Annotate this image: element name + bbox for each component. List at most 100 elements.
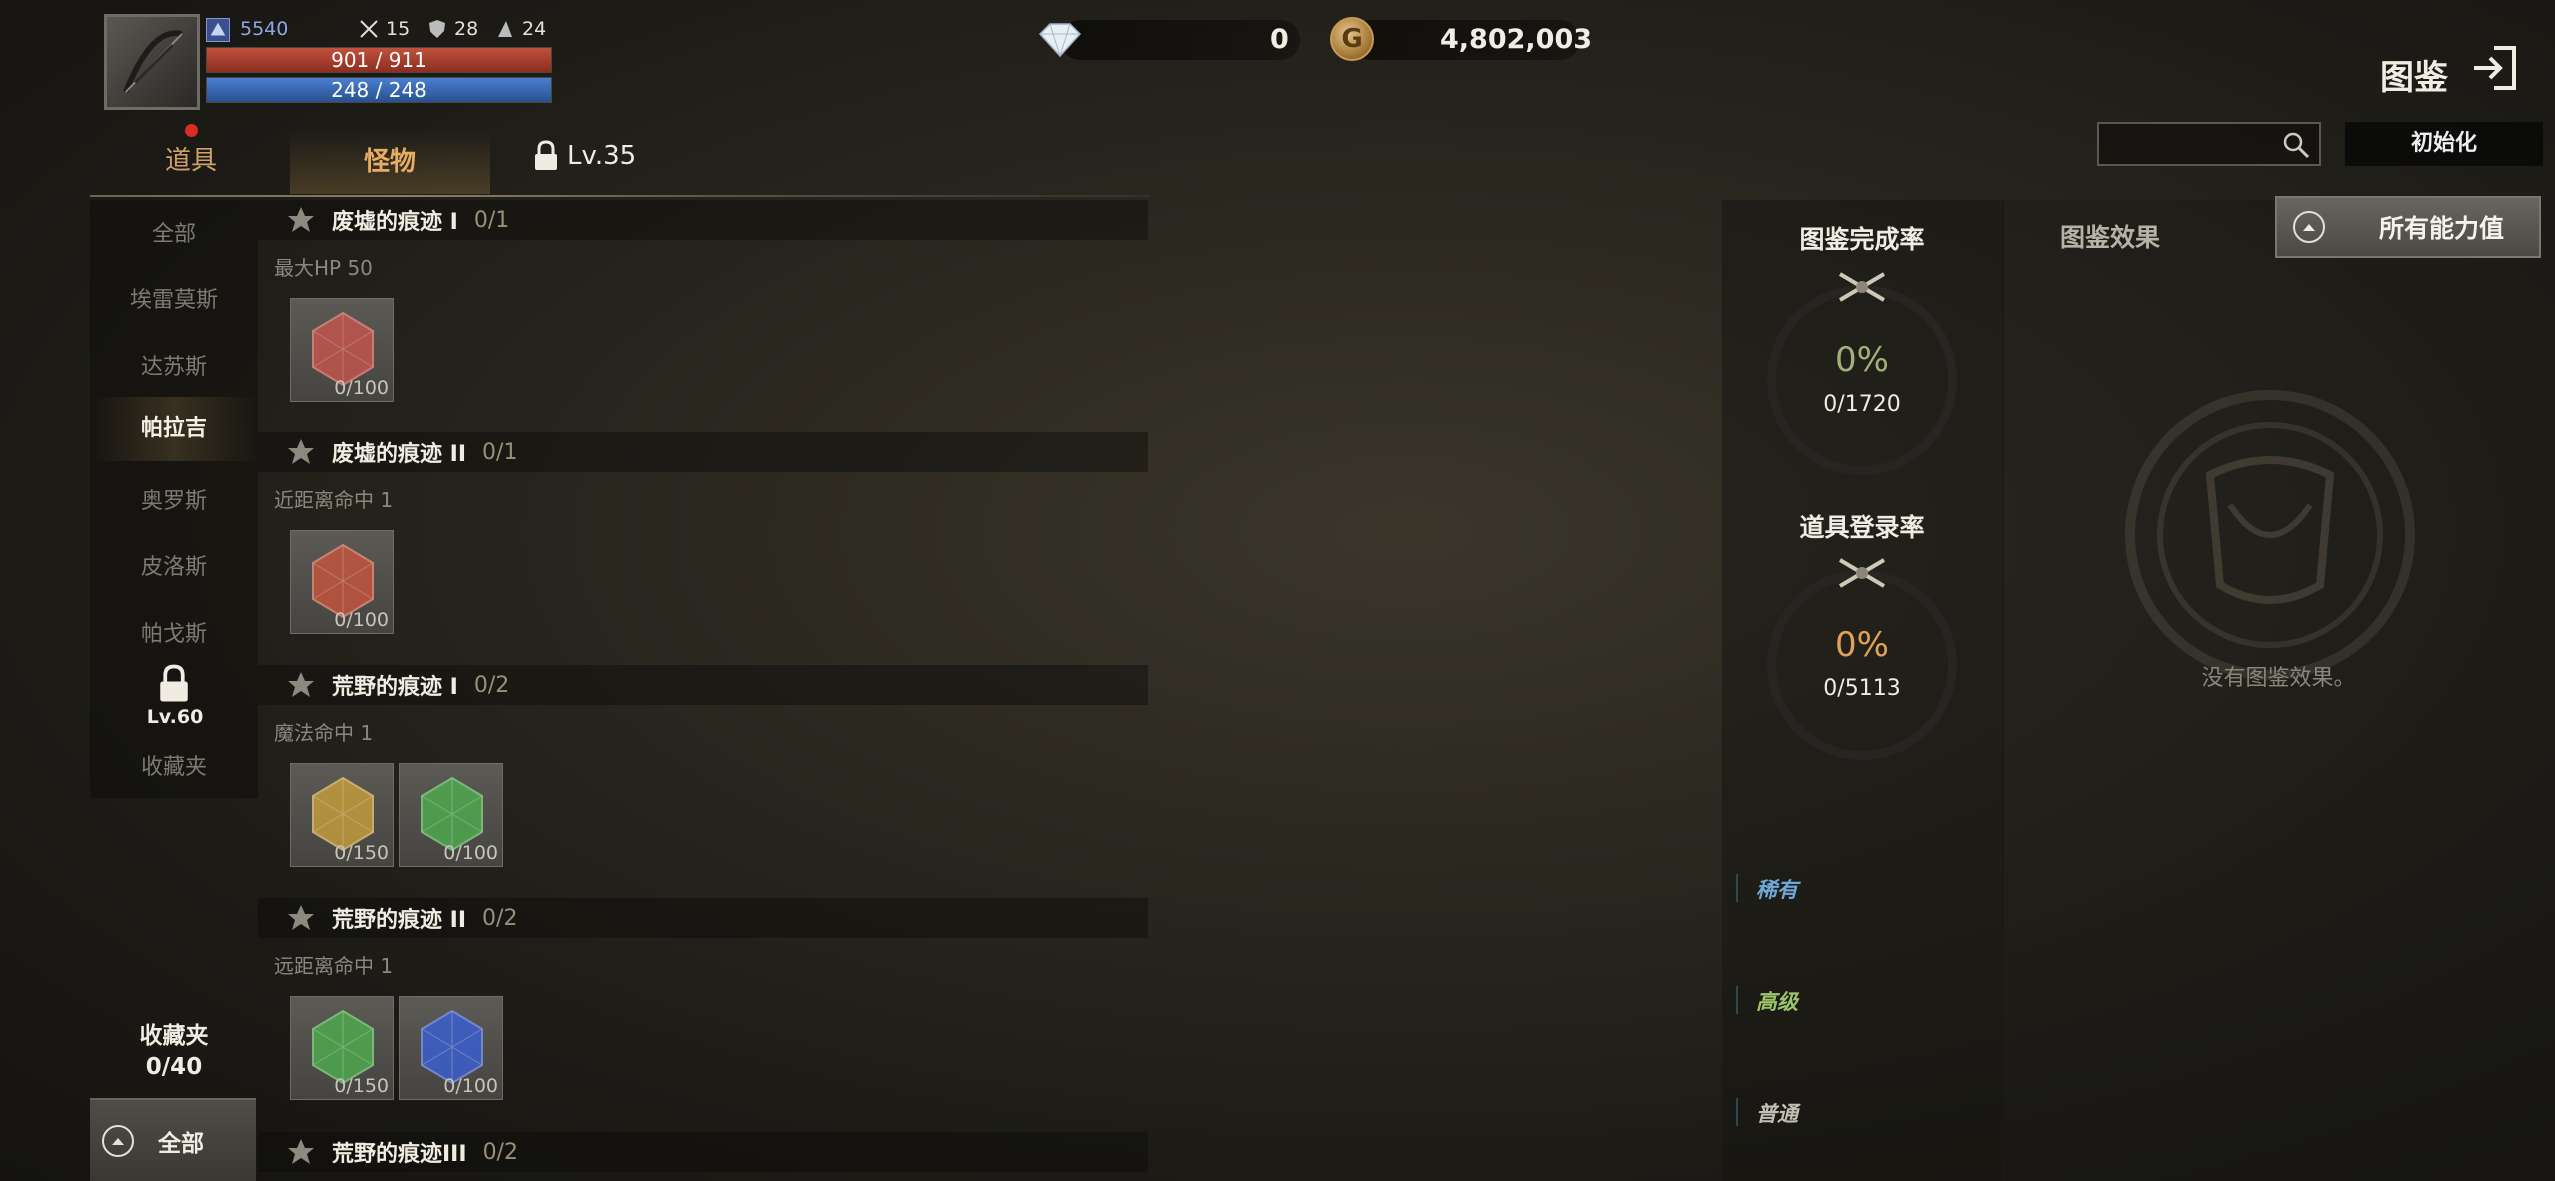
sidebar-item-oros[interactable]: 奥罗斯 xyxy=(90,483,258,515)
entry-name: 废墟的痕迹 I xyxy=(332,210,458,235)
chevron-up-icon xyxy=(102,1124,134,1157)
entry-count: 0/2 xyxy=(473,672,510,698)
card-count: 0/100 xyxy=(334,609,389,631)
crossed-swords-icon xyxy=(360,20,378,38)
completion-percent: 0% xyxy=(1835,340,1889,380)
exit-icon[interactable] xyxy=(2470,40,2524,96)
entry-name: 荒野的痕迹III xyxy=(332,1142,467,1167)
entry-header: 荒野的痕迹 I 0/2 xyxy=(258,665,1148,705)
grade-rare[interactable]: 稀有 xyxy=(1736,874,1798,902)
tab-divider xyxy=(90,195,1150,197)
tab-monsters-label: 怪物 xyxy=(363,147,416,177)
tab-monsters[interactable]: 怪物 xyxy=(290,130,490,194)
class-icon xyxy=(206,18,230,42)
favorites-title: 收藏夹 xyxy=(139,1023,209,1049)
lock-icon xyxy=(160,664,188,702)
diamond-bar xyxy=(1060,20,1300,60)
filter-all-label: 全部 xyxy=(158,1130,204,1157)
search-box xyxy=(2097,122,2321,166)
gem-card[interactable]: 0/150 xyxy=(290,996,394,1100)
tab-items[interactable]: 道具 xyxy=(165,140,217,177)
completion-ring xyxy=(1767,285,1957,475)
entry-count: 0/2 xyxy=(482,905,518,931)
sidebar-item-palagi[interactable]: 帕拉吉 xyxy=(90,397,258,461)
crossed-swords-emblem-icon xyxy=(1838,558,1886,588)
grade-normal[interactable]: 普通 xyxy=(1736,1098,1798,1126)
entry-effect: 远距离命中 1 xyxy=(274,954,394,978)
magic-value: 24 xyxy=(522,18,547,40)
search-icon[interactable] xyxy=(2281,130,2311,160)
sidebar-item-pagos[interactable]: 帕戈斯 xyxy=(90,616,258,648)
bow-icon xyxy=(123,30,183,94)
favorites-count: 0/40 xyxy=(145,1054,203,1080)
sidebar-item-all[interactable]: 全部 xyxy=(90,216,258,248)
card-count: 0/100 xyxy=(443,842,498,864)
tab-locked[interactable]: Lv.35 xyxy=(533,140,636,172)
gem-card[interactable]: 0/100 xyxy=(290,298,394,402)
lock-icon xyxy=(535,140,557,170)
entry-header: 荒野的痕迹III 0/2 xyxy=(258,1132,1148,1172)
collection-stats: 图鉴完成率 0% 0/1720 道具登录率 0% 0/5113 稀有 高级 普通 xyxy=(1722,200,2002,1181)
sidebar-item-favorites[interactable]: 收藏夹 xyxy=(90,749,258,781)
all-stats-label: 所有能力值 xyxy=(2379,214,2505,243)
card-count: 0/150 xyxy=(334,1075,389,1097)
card-count: 0/100 xyxy=(334,377,389,399)
effect-empty-text: 没有图鉴效果。 xyxy=(2201,666,2356,691)
gem-card[interactable]: 0/100 xyxy=(290,530,394,634)
codex-emblem-icon xyxy=(2125,390,2415,680)
character-portrait[interactable] xyxy=(104,14,200,110)
entry-effect: 最大HP 50 xyxy=(274,256,373,280)
star-icon[interactable] xyxy=(286,670,316,700)
card-count: 0/100 xyxy=(443,1075,498,1097)
entry-header: 荒野的痕迹 II 0/2 xyxy=(258,898,1148,938)
hp-bar: 901 / 911 xyxy=(206,47,552,73)
gem-card[interactable]: 0/150 xyxy=(290,763,394,867)
locked-region-level: Lv.60 xyxy=(146,706,204,728)
entry-effect: 近距离命中 1 xyxy=(274,488,394,512)
crossed-swords-emblem-icon xyxy=(1838,272,1886,302)
wizard-hat-icon xyxy=(498,21,512,37)
register-ring xyxy=(1767,570,1957,760)
sidebar-item-dasus[interactable]: 达苏斯 xyxy=(90,349,258,381)
star-icon[interactable] xyxy=(286,1137,316,1167)
star-icon[interactable] xyxy=(286,205,316,235)
defense-value: 28 xyxy=(454,18,479,40)
tab-locked-level: Lv.35 xyxy=(567,141,637,171)
attack-stat: 15 xyxy=(358,18,410,40)
filter-all-button[interactable]: 全部 xyxy=(90,1098,256,1181)
entry-header: 废墟的痕迹 II 0/1 xyxy=(258,432,1148,472)
entry-header: 废墟的痕迹 I 0/1 xyxy=(258,200,1148,240)
entry-effect: 魔法命中 1 xyxy=(274,721,374,745)
register-percent: 0% xyxy=(1835,625,1889,665)
entry-name: 废墟的痕迹 II xyxy=(332,442,467,467)
card-count: 0/150 xyxy=(334,842,389,864)
diamond-amount: 0 xyxy=(1270,24,1289,55)
star-icon[interactable] xyxy=(286,903,316,933)
entry-name: 荒野的痕迹 I xyxy=(332,675,458,700)
all-stats-button[interactable]: 所有能力值 xyxy=(2275,196,2541,258)
grade-advanced[interactable]: 高级 xyxy=(1736,986,1798,1014)
sidebar-item-eremos[interactable]: 埃雷莫斯 xyxy=(90,282,258,314)
gem-card[interactable]: 0/100 xyxy=(399,763,503,867)
register-count: 0/5113 xyxy=(1823,676,1901,701)
gold-amount: 4,802,003 xyxy=(1440,24,1593,55)
effect-title: 图鉴效果 xyxy=(2060,223,2161,252)
search-input[interactable] xyxy=(2099,124,2269,164)
magic-stat: 24 xyxy=(494,18,546,40)
diamond-icon xyxy=(1038,23,1082,58)
mp-bar: 248 / 248 xyxy=(206,77,552,103)
gem-card[interactable]: 0/100 xyxy=(399,996,503,1100)
gold-coin-icon: G xyxy=(1330,17,1374,61)
entry-count: 0/2 xyxy=(482,1139,518,1165)
sidebar-item-pilos[interactable]: 皮洛斯 xyxy=(90,549,258,581)
shield-icon xyxy=(429,20,445,38)
entry-count: 0/1 xyxy=(482,439,518,465)
attack-value: 15 xyxy=(386,18,411,40)
monster-list: 废墟的痕迹 I 0/1 最大HP 50 0/100 废墟的痕迹 II 0/1 近… xyxy=(258,200,1148,1181)
star-icon[interactable] xyxy=(286,437,316,467)
chevron-up-icon xyxy=(2293,211,2325,243)
completion-count: 0/1720 xyxy=(1823,392,1901,417)
entry-count: 0/1 xyxy=(473,207,510,233)
defense-stat: 28 xyxy=(426,18,478,40)
reset-button[interactable]: 初始化 xyxy=(2345,122,2543,166)
